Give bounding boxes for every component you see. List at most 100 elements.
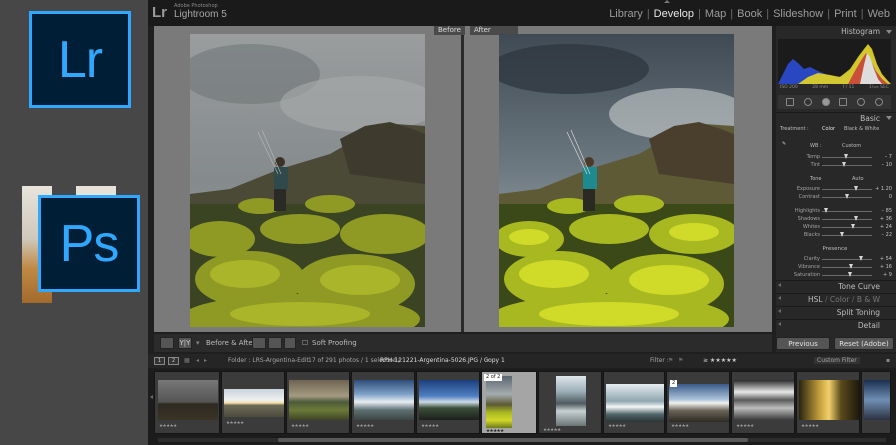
exposure-value[interactable]: + 1.20 bbox=[875, 185, 892, 193]
treatment-color-option[interactable]: Color bbox=[822, 126, 835, 132]
copy-before-to-after-button[interactable] bbox=[252, 337, 266, 349]
forward-arrow-icon[interactable]: ▸ bbox=[204, 357, 207, 364]
temp-thumb[interactable] bbox=[844, 154, 848, 159]
temp-value[interactable]: – 7 bbox=[885, 153, 892, 161]
module-slideshow[interactable]: Slideshow bbox=[773, 8, 823, 20]
shadows-value[interactable]: + 36 bbox=[880, 215, 892, 223]
module-web[interactable]: Web bbox=[868, 8, 890, 20]
tone-curve-header[interactable]: Tone Curve bbox=[776, 280, 896, 292]
hsl-header[interactable]: HSL / Color / B & W bbox=[776, 293, 896, 305]
blacks-thumb[interactable] bbox=[839, 232, 844, 237]
split-toning-expand-icon[interactable] bbox=[778, 309, 781, 313]
filmstrip-thumbnail[interactable]: ★★★★★ bbox=[286, 371, 350, 434]
module-library[interactable]: Library bbox=[609, 8, 643, 20]
whites-thumb[interactable] bbox=[851, 224, 855, 229]
clarity-slider[interactable]: Clarity + 54 bbox=[776, 255, 894, 263]
shadows-thumb[interactable] bbox=[854, 216, 858, 221]
previous-button[interactable]: Previous bbox=[776, 337, 830, 350]
highlights-value[interactable]: – 85 bbox=[882, 207, 892, 215]
adjustment-brush-icon[interactable] bbox=[875, 98, 884, 106]
before-photo[interactable] bbox=[190, 34, 425, 327]
bw-tab[interactable]: B & W bbox=[857, 295, 880, 304]
filmstrip-thumbnail[interactable]: ★★★★★ bbox=[154, 371, 220, 434]
hsl-tab[interactable]: HSL bbox=[808, 295, 823, 304]
tone-auto-button[interactable]: Auto bbox=[852, 176, 864, 182]
hsl-expand-icon[interactable] bbox=[778, 296, 781, 300]
clarity-thumb[interactable] bbox=[858, 256, 863, 261]
basic-collapse-icon[interactable] bbox=[886, 116, 892, 120]
module-develop[interactable]: Develop bbox=[654, 8, 694, 20]
tone-curve-expand-icon[interactable] bbox=[778, 283, 781, 287]
saturation-thumb[interactable] bbox=[847, 272, 852, 277]
highlights-thumb[interactable] bbox=[824, 208, 828, 213]
tint-slider[interactable]: Tint – 10 bbox=[776, 161, 894, 169]
detail-header[interactable]: Detail bbox=[776, 319, 896, 331]
detail-expand-icon[interactable] bbox=[778, 322, 781, 326]
flag-filter-2-icon[interactable]: ⚑ bbox=[678, 357, 683, 364]
treatment-bw-option[interactable]: Black & White bbox=[844, 126, 879, 132]
rating-filter[interactable]: ≥ ★★★★★ bbox=[703, 357, 737, 364]
vibrance-slider[interactable]: Vibrance + 16 bbox=[776, 263, 894, 271]
filmstrip-thumbnail[interactable]: ★★★★★ bbox=[351, 371, 415, 434]
loupe-view-button[interactable] bbox=[160, 337, 174, 349]
whites-slider[interactable]: Whites + 24 bbox=[776, 223, 894, 231]
shadows-slider[interactable]: Shadows + 36 bbox=[776, 215, 894, 223]
saturation-value[interactable]: + 9 bbox=[883, 271, 892, 279]
filmstrip-thumbnail[interactable]: ★★★★★ bbox=[221, 371, 285, 434]
contrast-slider[interactable]: Contrast 0 bbox=[776, 193, 894, 201]
crop-tool-icon[interactable] bbox=[785, 98, 794, 106]
main-window-button[interactable]: 1 bbox=[154, 357, 165, 365]
filmstrip-thumbnail[interactable]: ★★★★★ bbox=[603, 371, 665, 434]
module-book[interactable]: Book bbox=[737, 8, 762, 20]
spot-removal-icon[interactable] bbox=[803, 98, 812, 106]
filmstrip-thumbnail[interactable]: ★★★★★ bbox=[796, 371, 860, 434]
top-panel-toggle-icon[interactable] bbox=[664, 0, 670, 3]
filename-dropdown-icon[interactable]: ▾ bbox=[486, 357, 489, 364]
filter-lock-icon[interactable]: ▪ bbox=[886, 357, 890, 364]
filmstrip-thumbnail[interactable]: 2 ★★★★★ bbox=[666, 371, 730, 434]
filmstrip-scroll-left-icon[interactable] bbox=[150, 395, 153, 399]
filmstrip-thumbnail[interactable]: ★★★★★ bbox=[538, 371, 602, 434]
contrast-thumb[interactable] bbox=[845, 194, 849, 199]
white-balance-picker-icon[interactable]: ✎ bbox=[782, 141, 786, 147]
blacks-value[interactable]: – 22 bbox=[882, 231, 892, 239]
radial-filter-icon[interactable] bbox=[857, 98, 866, 106]
grid-view-icon[interactable]: ▦ bbox=[184, 357, 190, 364]
filmstrip-thumbnail[interactable]: ★★★★★ bbox=[731, 371, 795, 434]
clarity-value[interactable]: + 54 bbox=[880, 255, 892, 263]
split-toning-header[interactable]: Split Toning bbox=[776, 306, 896, 318]
saturation-slider[interactable]: Saturation + 9 bbox=[776, 271, 894, 279]
filmstrip-scroll-thumb[interactable] bbox=[278, 438, 748, 442]
filmstrip-thumbnail[interactable]: ★★★★★ bbox=[416, 371, 480, 434]
module-map[interactable]: Map bbox=[705, 8, 726, 20]
second-window-button[interactable]: 2 bbox=[168, 357, 179, 365]
folder-source[interactable]: Folder : LRS-Argentina-Edit bbox=[228, 357, 309, 364]
filmstrip-thumbnail-selected[interactable]: 2 of 2 ★★★★★ bbox=[481, 371, 537, 434]
copy-after-to-before-button[interactable] bbox=[268, 337, 282, 349]
temp-slider[interactable]: Temp – 7 bbox=[776, 153, 894, 161]
contrast-value[interactable]: 0 bbox=[889, 193, 892, 201]
exposure-thumb[interactable] bbox=[854, 186, 858, 191]
soft-proofing-checkbox[interactable]: ☐ bbox=[302, 339, 308, 347]
vibrance-value[interactable]: + 16 bbox=[880, 263, 892, 271]
blacks-slider[interactable]: Blacks – 22 bbox=[776, 231, 894, 239]
histogram-header[interactable]: Histogram bbox=[776, 26, 896, 38]
reset-button[interactable]: Reset (Adobe) bbox=[834, 337, 894, 350]
tint-value[interactable]: – 10 bbox=[882, 161, 892, 169]
vibrance-thumb[interactable] bbox=[849, 264, 853, 269]
before-after-mode-button[interactable]: Y|Y bbox=[178, 337, 192, 349]
custom-filter-dropdown[interactable]: Custom Filter bbox=[814, 357, 860, 364]
module-print[interactable]: Print bbox=[834, 8, 857, 20]
histogram-collapse-icon[interactable] bbox=[886, 30, 892, 34]
exposure-slider[interactable]: Exposure + 1.20 bbox=[776, 185, 894, 193]
tint-thumb[interactable] bbox=[842, 162, 846, 167]
after-photo[interactable] bbox=[499, 34, 734, 327]
back-arrow-icon[interactable]: ◂ bbox=[196, 357, 199, 364]
flag-filter-icon[interactable]: ⚑ bbox=[668, 357, 673, 364]
color-tab[interactable]: Color bbox=[830, 295, 850, 304]
highlights-slider[interactable]: Highlights – 85 bbox=[776, 207, 894, 215]
graduated-filter-icon[interactable] bbox=[839, 98, 848, 106]
filmstrip-scrollbar[interactable] bbox=[158, 438, 886, 442]
swap-before-after-button[interactable] bbox=[284, 337, 296, 349]
wb-preset-dropdown[interactable]: Custom bbox=[842, 143, 861, 149]
